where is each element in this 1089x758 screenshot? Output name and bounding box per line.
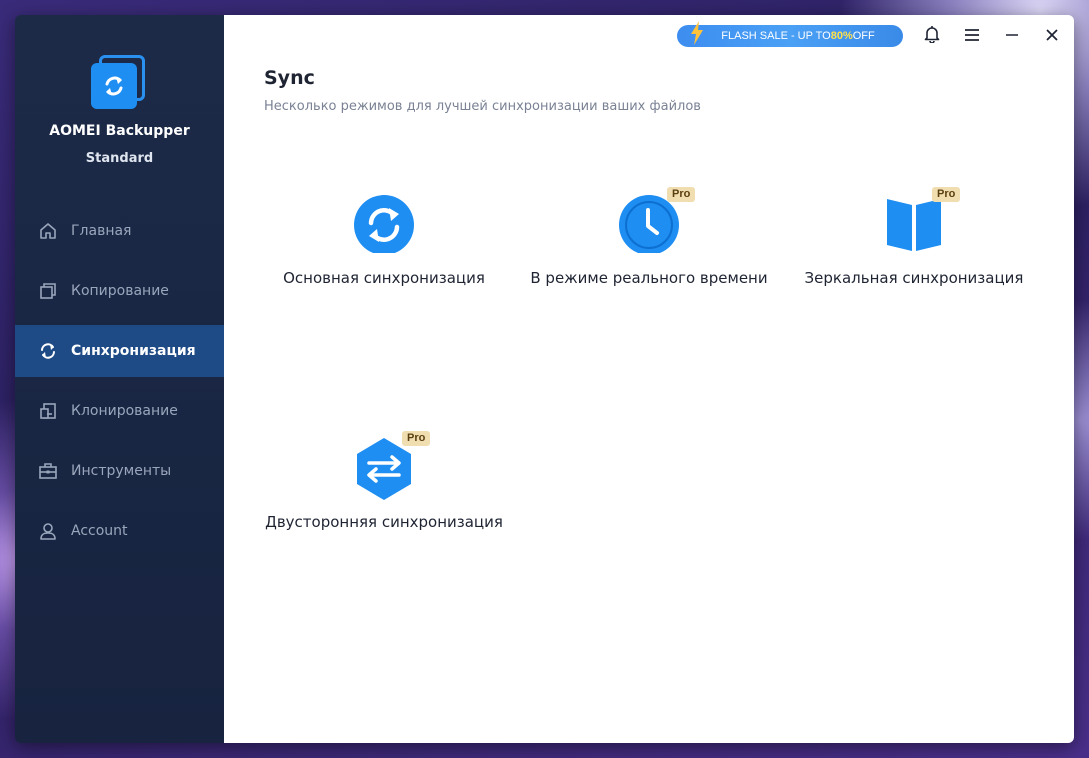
- basic-sync-card[interactable]: Основная синхронизация: [254, 193, 514, 313]
- pro-badge: Pro: [402, 431, 431, 446]
- clock-icon: [619, 193, 679, 257]
- app-edition: Standard: [85, 151, 154, 166]
- two-way-sync-label: Двусторонняя синхронизация: [265, 513, 503, 531]
- realtime-sync-card[interactable]: Pro В режиме реального времени: [519, 187, 779, 313]
- clone-icon: [38, 401, 58, 421]
- close-icon: [1045, 27, 1059, 46]
- sidebar-item-label: Инструменты: [71, 463, 172, 479]
- page-title: Sync: [264, 67, 315, 89]
- close-button[interactable]: [1040, 25, 1064, 47]
- lightning-icon: [689, 21, 705, 48]
- sidebar-item-label: Главная: [71, 223, 132, 239]
- user-icon: [38, 521, 58, 541]
- flash-sale-banner[interactable]: FLASH SALE - UP TO 80% OFF: [677, 21, 903, 47]
- app-logo-icon: [89, 53, 149, 113]
- realtime-sync-label: В режиме реального времени: [530, 269, 768, 287]
- flash-sale-percent: 80%: [830, 30, 853, 42]
- sidebar-item-home[interactable]: Главная: [15, 205, 224, 257]
- minimize-icon: [1005, 27, 1019, 46]
- notification-button[interactable]: [920, 25, 944, 47]
- two-way-sync-icon: [354, 437, 414, 501]
- two-way-sync-card[interactable]: Pro Двусторонняя синхронизация: [254, 431, 514, 557]
- sync-icon: [38, 341, 58, 361]
- sidebar-item-label: Account: [71, 523, 128, 539]
- bell-icon: [924, 25, 940, 47]
- sidebar-item-label: Копирование: [71, 283, 169, 299]
- flash-sale-tail: OFF: [852, 30, 875, 42]
- app-name: AOMEI Backupper: [49, 123, 190, 139]
- sidebar-item-account[interactable]: Account: [15, 505, 224, 557]
- copy-icon: [38, 281, 58, 301]
- app-window: AOMEI Backupper Standard Главная Копиров…: [15, 15, 1074, 743]
- sidebar-item-tools[interactable]: Инструменты: [15, 445, 224, 497]
- pro-badge: Pro: [667, 187, 696, 202]
- toolbox-icon: [38, 461, 58, 481]
- hamburger-icon: [964, 27, 980, 46]
- pro-badge: Pro: [932, 187, 961, 202]
- sidebar-item-label: Синхронизация: [71, 343, 196, 359]
- sidebar-item-sync[interactable]: Синхронизация: [15, 325, 224, 377]
- mirror-sync-card[interactable]: Pro Зеркальная синхронизация: [784, 187, 1044, 313]
- page-subtitle: Несколько режимов для лучшей синхронизац…: [264, 99, 701, 114]
- sidebar-item-clone[interactable]: Клонирование: [15, 385, 224, 437]
- basic-sync-icon: [354, 193, 414, 257]
- sidebar-item-label: Клонирование: [71, 403, 178, 419]
- sidebar: AOMEI Backupper Standard Главная Копиров…: [15, 15, 224, 743]
- mirror-sync-label: Зеркальная синхронизация: [804, 269, 1024, 287]
- sidebar-item-backup[interactable]: Копирование: [15, 265, 224, 317]
- basic-sync-label: Основная синхронизация: [283, 269, 485, 287]
- mirror-icon: [884, 193, 944, 257]
- home-icon: [38, 221, 58, 241]
- minimize-button[interactable]: [1000, 25, 1024, 47]
- flash-sale-text: FLASH SALE - UP TO: [721, 30, 831, 42]
- menu-button[interactable]: [960, 25, 984, 47]
- main-panel: FLASH SALE - UP TO 80% OFF Sync Нескольк…: [224, 15, 1074, 743]
- sidebar-nav: Главная Копирование Синхронизация Клонир…: [15, 205, 224, 565]
